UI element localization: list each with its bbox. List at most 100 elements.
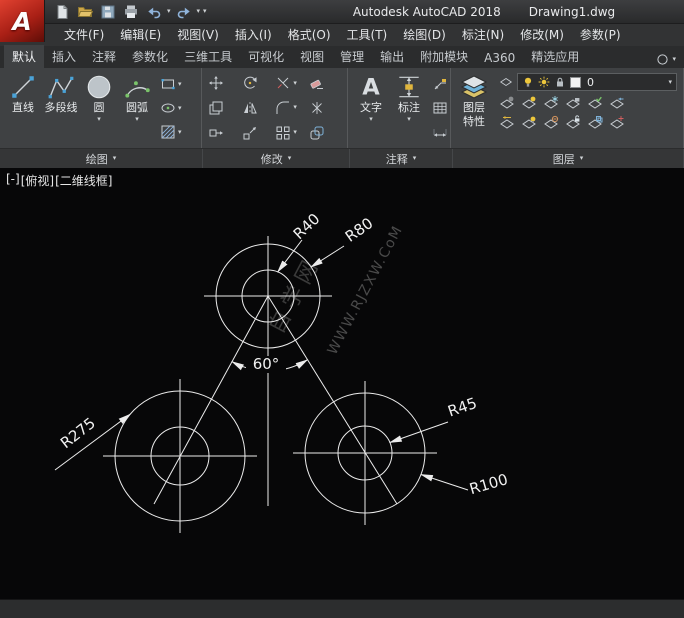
menu-file[interactable]: 文件(F) <box>56 24 112 46</box>
menu-edit[interactable]: 编辑(E) <box>112 24 169 46</box>
trim-dropdown-icon[interactable]: ▾ <box>293 80 297 87</box>
array-dropdown-icon[interactable]: ▾ <box>293 129 297 136</box>
explode-button[interactable] <box>309 99 341 117</box>
redo-button[interactable] <box>174 3 194 21</box>
tab-featured-apps[interactable]: 精选应用 <box>523 45 587 68</box>
stretch-button[interactable] <box>208 124 240 142</box>
fillet-button[interactable]: ▾ <box>275 99 307 117</box>
ellipse-button[interactable]: ▾ <box>160 99 182 117</box>
tab-view[interactable]: 视图 <box>292 45 332 68</box>
dim-r80-leader[interactable] <box>311 246 344 267</box>
table-button[interactable] <box>432 99 448 117</box>
layer-lock-tool-icon[interactable] <box>565 95 581 111</box>
polyline-button[interactable]: 多段线 <box>42 71 80 145</box>
dim-r275-text[interactable]: R275 <box>57 414 99 452</box>
layer-freeze-icon[interactable] <box>543 95 559 111</box>
tab-a360[interactable]: A360 <box>476 48 523 68</box>
tab-annotate[interactable]: 注释 <box>84 45 124 68</box>
layer-off-icon[interactable] <box>499 95 515 111</box>
text-button[interactable]: A 文字 ▾ <box>352 71 390 145</box>
erase-button[interactable] <box>309 74 341 92</box>
dim-r100-text[interactable]: R100 <box>467 470 510 498</box>
left-radial-line[interactable] <box>154 296 268 504</box>
menu-parametric[interactable]: 参数(P) <box>572 24 629 46</box>
layer-isolate-icon[interactable] <box>521 95 537 111</box>
tab-home[interactable]: 默认 <box>4 45 44 68</box>
application-menu-button[interactable]: A <box>0 0 45 42</box>
dimension-dropdown-icon[interactable]: ▾ <box>407 116 411 123</box>
undo-button[interactable] <box>144 3 164 21</box>
menu-dimension[interactable]: 标注(N) <box>454 24 512 46</box>
menu-draw[interactable]: 绘图(D) <box>395 24 454 46</box>
menu-format[interactable]: 格式(O) <box>280 24 339 46</box>
array-button[interactable]: ▾ <box>275 124 307 142</box>
tab-output[interactable]: 输出 <box>372 45 412 68</box>
dim-r100-leader[interactable] <box>421 475 468 491</box>
panel-title-annotate[interactable]: 注释 ▾ <box>350 149 453 168</box>
layer-thaw-icon[interactable] <box>543 115 559 131</box>
layer-previous-icon[interactable] <box>499 115 515 131</box>
menu-tools[interactable]: 工具(T) <box>339 24 396 46</box>
panel-title-layers[interactable]: 图层 ▾ <box>453 149 684 168</box>
tab-parametric[interactable]: 参数化 <box>124 45 176 68</box>
tab-manage[interactable]: 管理 <box>332 45 372 68</box>
move-button[interactable] <box>208 74 240 92</box>
circle-button[interactable]: 圆 ▾ <box>80 71 118 145</box>
arc-button[interactable]: 圆弧 ▾ <box>118 71 156 145</box>
layer-unlock-icon[interactable] <box>565 115 581 131</box>
offset-button[interactable] <box>309 124 341 142</box>
viewport-visual-style-control[interactable]: [二维线框] <box>55 172 112 189</box>
layer-on-icon[interactable] <box>521 115 537 131</box>
rectangle-button[interactable]: ▾ <box>160 75 182 93</box>
hatch-dropdown-icon[interactable]: ▾ <box>178 129 182 136</box>
dim-r40-text[interactable]: R40 <box>290 210 324 243</box>
tab-3d-tools[interactable]: 三维工具 <box>176 45 240 68</box>
dimension-button[interactable]: 标注 ▾ <box>390 71 428 145</box>
cad-geometry[interactable] <box>103 236 437 533</box>
panel-title-modify[interactable]: 修改 ▾ <box>203 149 350 168</box>
viewport-view-control[interactable]: [俯视] <box>21 172 54 189</box>
undo-dropdown-icon[interactable]: ▾ <box>167 8 171 15</box>
plot-button[interactable] <box>121 3 141 21</box>
qat-customize-icon[interactable]: ▾ <box>203 8 207 15</box>
redo-dropdown-icon[interactable]: ▾ <box>197 8 201 15</box>
menu-view[interactable]: 视图(V) <box>169 24 227 46</box>
tab-addins[interactable]: 附加模块 <box>412 45 476 68</box>
ellipse-dropdown-icon[interactable]: ▾ <box>178 105 182 112</box>
tab-insert[interactable]: 插入 <box>44 45 84 68</box>
dimensions[interactable]: R40 R80 60° R45 R100 R275 <box>55 210 510 499</box>
layer-walk-icon[interactable] <box>609 95 625 111</box>
layer-match-icon[interactable] <box>587 95 603 111</box>
menu-modify[interactable]: 修改(M) <box>512 24 572 46</box>
dim-r45-leader[interactable] <box>390 422 448 443</box>
copy-button[interactable] <box>208 99 240 117</box>
drawing-svg[interactable]: 自学网 WWW.RJZXW.CoM <box>0 168 684 599</box>
viewport-menu-control[interactable]: [-] <box>6 172 20 189</box>
rectangle-dropdown-icon[interactable]: ▾ <box>178 81 182 88</box>
hatch-button[interactable]: ▾ <box>160 123 182 141</box>
layer-merge-icon[interactable] <box>609 115 625 131</box>
new-file-button[interactable] <box>52 3 72 21</box>
current-layer-dropdown[interactable]: 0 ▾ <box>517 73 677 91</box>
text-dropdown-icon[interactable]: ▾ <box>369 116 373 123</box>
menu-insert[interactable]: 插入(I) <box>227 24 280 46</box>
trim-button[interactable]: ▾ <box>275 74 307 92</box>
arc-dropdown-icon[interactable]: ▾ <box>135 116 139 123</box>
rotate-button[interactable] <box>242 74 274 92</box>
tab-visualize[interactable]: 可视化 <box>240 45 292 68</box>
dim-style-button[interactable] <box>432 123 448 141</box>
line-button[interactable]: 直线 <box>4 71 42 145</box>
dim-angle-text[interactable]: 60° <box>253 355 280 373</box>
fillet-dropdown-icon[interactable]: ▾ <box>293 104 297 111</box>
panel-title-draw[interactable]: 绘图 ▾ <box>0 149 203 168</box>
scale-button[interactable] <box>242 124 274 142</box>
right-radial-line[interactable] <box>268 296 397 504</box>
layer-copy-objects-icon[interactable] <box>587 115 603 131</box>
ribbon-options-button[interactable]: ▾ <box>656 53 684 68</box>
mirror-button[interactable] <box>242 99 274 117</box>
layer-properties-button[interactable]: 图层 特性 <box>455 71 493 145</box>
open-file-button[interactable] <box>75 3 95 21</box>
dim-r80-text[interactable]: R80 <box>342 214 377 246</box>
dim-r45-text[interactable]: R45 <box>445 394 479 421</box>
model-space-canvas[interactable]: [-] [俯视] [二维线框] 自学网 WWW.RJZXW.CoM <box>0 168 684 599</box>
